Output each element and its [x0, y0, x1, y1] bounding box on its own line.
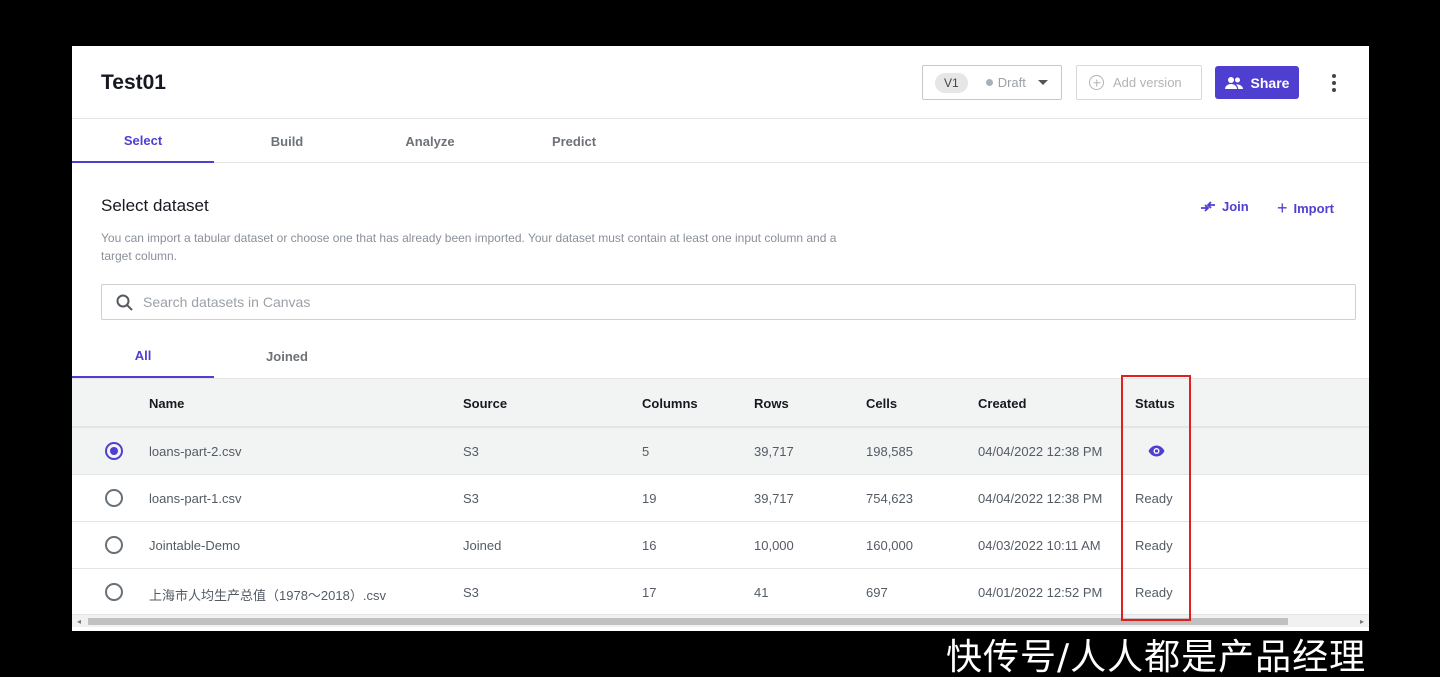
cell-name: loans-part-1.csv [149, 491, 242, 506]
watermark-text: 快传号/人人都是产品经理 [946, 637, 1367, 677]
share-label: Share [1250, 74, 1290, 91]
cell-created: 04/03/2022 10:11 AM [978, 538, 1101, 553]
column-header-columns[interactable]: Columns [642, 396, 698, 411]
page-header: Test01 V1 Draft Add version Share [72, 46, 1369, 119]
caret-down-icon [1037, 80, 1048, 85]
search-icon [116, 294, 133, 311]
column-header-cells[interactable]: Cells [866, 396, 897, 411]
plus-icon: + [1277, 198, 1288, 218]
cell-columns: 17 [642, 585, 657, 600]
scroll-left-icon[interactable]: ◂ [77, 617, 81, 626]
horizontal-scrollbar[interactable]: ◂ ▸ [72, 614, 1369, 627]
cell-status: Ready [1135, 585, 1173, 600]
search-input[interactable] [143, 294, 1243, 310]
cell-rows: 41 [754, 585, 769, 600]
join-label: Join [1222, 199, 1249, 214]
datasets-table: Name Source Columns Rows Cells Created S… [72, 378, 1369, 616]
add-version-button[interactable]: Add version [1076, 65, 1202, 100]
cell-created: 04/04/2022 12:38 PM [978, 491, 1103, 506]
tab-select[interactable]: Select [72, 119, 214, 163]
main-tabs: Select Build Analyze Predict [72, 119, 1369, 163]
cell-status: Ready [1135, 538, 1173, 553]
scroll-right-icon[interactable]: ▸ [1360, 617, 1364, 626]
cell-rows: 10,000 [754, 538, 794, 553]
row-radio[interactable] [105, 536, 123, 554]
tab-build[interactable]: Build [216, 119, 358, 163]
row-radio[interactable] [105, 489, 123, 507]
tab-joined[interactable]: Joined [216, 334, 358, 378]
cell-source: S3 [463, 491, 479, 506]
cell-columns: 5 [642, 444, 650, 459]
share-button[interactable]: Share [1215, 66, 1299, 99]
column-header-rows[interactable]: Rows [754, 396, 789, 411]
cell-cells: 198,585 [866, 444, 913, 459]
page-title: Test01 [101, 71, 166, 94]
column-header-status[interactable]: Status [1135, 396, 1175, 411]
join-button[interactable]: Join [1200, 199, 1249, 214]
cell-rows: 39,717 [754, 444, 794, 459]
table-row[interactable]: Jointable-Demo Joined 16 10,000 160,000 … [72, 522, 1369, 569]
dataset-filter-tabs: All Joined [72, 334, 1369, 378]
cell-name: Jointable-Demo [149, 538, 241, 553]
import-label: Import [1293, 200, 1334, 216]
cell-cells: 754,623 [866, 491, 913, 506]
cell-created: 04/01/2022 12:52 PM [978, 585, 1103, 600]
import-button[interactable]: + Import [1277, 199, 1334, 217]
version-pill: V1 [935, 72, 968, 93]
cell-name: 上海市人均生产总值（1978～2018）.csv [149, 588, 386, 603]
tab-all[interactable]: All [72, 334, 214, 378]
tab-predict[interactable]: Predict [503, 119, 645, 163]
table-row[interactable]: loans-part-1.csv S3 19 39,717 754,623 04… [72, 475, 1369, 522]
cell-cells: 160,000 [866, 538, 913, 553]
cell-cells: 697 [866, 585, 888, 600]
users-icon [1224, 76, 1243, 89]
cell-source: S3 [463, 585, 479, 600]
table-row[interactable]: loans-part-2.csv S3 5 39,717 198,585 04/… [72, 428, 1369, 475]
row-radio[interactable] [105, 583, 123, 601]
version-select[interactable]: V1 Draft [922, 65, 1062, 100]
cell-status: Ready [1135, 491, 1173, 506]
join-icon [1201, 200, 1215, 212]
table-header: Name Source Columns Rows Cells Created S… [72, 378, 1369, 428]
cell-columns: 19 [642, 491, 657, 506]
row-radio[interactable] [105, 442, 123, 460]
scrollbar-thumb[interactable] [88, 618, 1288, 625]
section-title: Select dataset [101, 196, 209, 215]
search-box [101, 284, 1356, 320]
table-row[interactable]: 上海市人均生产总值（1978～2018）.csv S3 17 41 697 04… [72, 569, 1369, 616]
cell-columns: 16 [642, 538, 657, 553]
draft-dot-icon [985, 79, 993, 86]
cell-source: S3 [463, 444, 479, 459]
plus-circle-icon [1089, 75, 1104, 90]
eye-icon[interactable] [1148, 445, 1165, 457]
cell-source: Joined [463, 538, 502, 553]
cell-name: loans-part-2.csv [149, 444, 242, 459]
draft-label: Draft [997, 75, 1026, 90]
section-description: You can import a tabular dataset or choo… [101, 231, 837, 263]
cell-rows: 39,717 [754, 491, 794, 506]
column-header-created[interactable]: Created [978, 396, 1026, 411]
add-version-label: Add version [1113, 75, 1182, 90]
canvas-app-window: Test01 V1 Draft Add version Share Select [72, 46, 1369, 631]
tab-analyze[interactable]: Analyze [359, 119, 501, 163]
column-header-source[interactable]: Source [463, 396, 507, 411]
more-options-icon[interactable] [1326, 72, 1342, 94]
column-header-name[interactable]: Name [149, 396, 184, 411]
cell-created: 04/04/2022 12:38 PM [978, 444, 1103, 459]
